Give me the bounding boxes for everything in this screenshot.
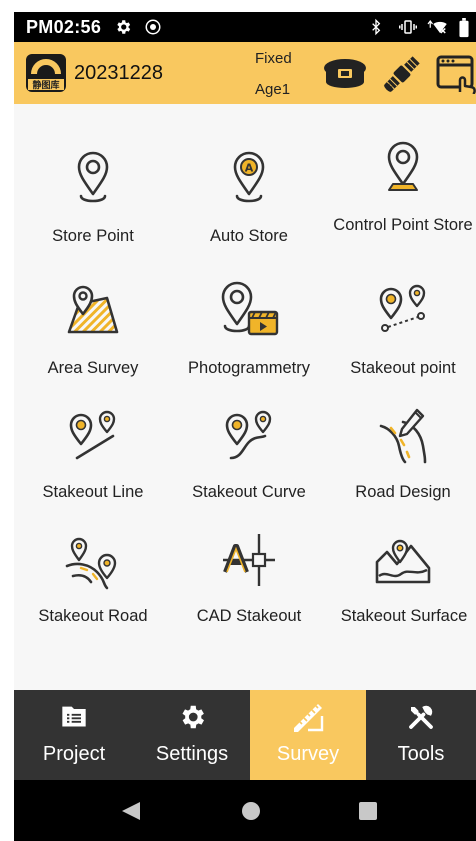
status-time: PM02:56	[26, 17, 102, 37]
bluetooth-icon	[372, 18, 381, 36]
app-header: 静图库 20231228 Fixed Age1	[14, 42, 476, 104]
battery-icon	[459, 18, 469, 38]
control-point-store-icon	[387, 141, 419, 191]
fix-status: Fixed	[255, 50, 292, 67]
grid-item-label: Control Point Store	[333, 216, 473, 234]
satellite-icon[interactable]	[382, 54, 422, 94]
back-icon[interactable]	[120, 800, 142, 822]
recents-icon[interactable]	[358, 801, 378, 821]
grid-item-label: Photogrammetry	[188, 359, 310, 377]
settings-icon	[182, 705, 204, 729]
status-bar: PM02:56	[14, 12, 476, 42]
age-status: Age1	[255, 81, 291, 98]
home-icon[interactable]	[240, 800, 262, 822]
project-icon	[62, 706, 86, 727]
grid-item-label: Area Survey	[47, 359, 139, 377]
project-name[interactable]: 20231228	[74, 62, 163, 85]
gnss-receiver-icon[interactable]	[322, 54, 368, 94]
cad-stakeout-icon	[223, 534, 275, 586]
svg-text:A: A	[245, 162, 254, 175]
nav-tab-label: Survey	[276, 743, 340, 765]
settings-icon	[117, 20, 131, 34]
nav-tab-label: Tools	[397, 743, 445, 765]
app-logo[interactable]: 静图库	[26, 54, 66, 92]
nav-tab-tools[interactable]: Tools	[366, 690, 476, 780]
road-design-icon	[379, 408, 427, 464]
grid-item-stakeout-point[interactable]: Stakeout point	[326, 274, 476, 404]
stakeout-surface-icon	[375, 539, 431, 584]
grid-item-control-point-store[interactable]: Control Point Store	[326, 141, 476, 272]
area-survey-icon	[67, 285, 119, 334]
stakeout-curve-icon	[225, 410, 272, 460]
nav-tab-label: Settings	[155, 743, 229, 765]
nav-tab-settings[interactable]: Settings	[134, 690, 250, 780]
logo-text: 静图库	[32, 79, 59, 91]
grid-item-label: Road Design	[355, 483, 451, 501]
grid-item-label: CAD Stakeout	[196, 607, 302, 625]
survey-icon	[294, 704, 324, 732]
grid-item-stakeout-curve[interactable]: Stakeout Curve	[172, 400, 326, 530]
nav-tab-label: Project	[42, 743, 106, 765]
phone-screen: PM02:56 静图库 20231228 Fixed Age1 Store Po…	[14, 12, 476, 841]
survey-function-grid: Store Point A Auto Store Control Point S…	[14, 104, 476, 690]
grid-item-photogrammetry[interactable]: Photogrammetry	[172, 274, 326, 404]
grid-item-label: Store Point	[52, 227, 134, 245]
nav-tab-project[interactable]: Project	[14, 690, 134, 780]
grid-item-stakeout-line[interactable]: Stakeout Line	[16, 400, 170, 530]
stakeout-point-icon	[379, 284, 426, 332]
photogrammetry-icon	[221, 281, 279, 336]
vibrate-icon	[399, 20, 417, 34]
grid-item-stakeout-surface[interactable]: Stakeout Surface	[326, 524, 476, 654]
device-config-icon[interactable]	[436, 54, 476, 94]
grid-item-label: Stakeout point	[350, 359, 456, 377]
grid-item-label: Stakeout Line	[42, 483, 144, 501]
wifi-off-icon	[427, 20, 447, 34]
stakeout-road-icon	[65, 537, 117, 590]
grid-item-label: Stakeout Surface	[340, 607, 468, 625]
location-icon	[145, 19, 161, 35]
tools-icon	[409, 705, 433, 729]
grid-item-cad-stakeout[interactable]: CAD Stakeout	[172, 524, 326, 654]
grid-item-label: Stakeout Road	[38, 607, 148, 625]
grid-item-auto-store[interactable]: A Auto Store	[172, 142, 326, 272]
auto-store-icon: A	[233, 151, 265, 203]
grid-item-label: Auto Store	[210, 227, 288, 245]
stakeout-line-icon	[69, 410, 116, 460]
system-navigation-bar	[14, 780, 476, 841]
nav-tab-survey[interactable]: Survey	[250, 690, 366, 780]
bottom-nav: Project Settings Survey Tools	[14, 690, 476, 780]
grid-item-road-design[interactable]: Road Design	[326, 400, 476, 530]
grid-item-label: Stakeout Curve	[192, 483, 306, 501]
store-point-icon	[77, 151, 109, 203]
grid-item-store-point[interactable]: Store Point	[16, 142, 170, 272]
grid-item-area-survey[interactable]: Area Survey	[16, 274, 170, 404]
grid-item-stakeout-road[interactable]: Stakeout Road	[16, 524, 170, 654]
